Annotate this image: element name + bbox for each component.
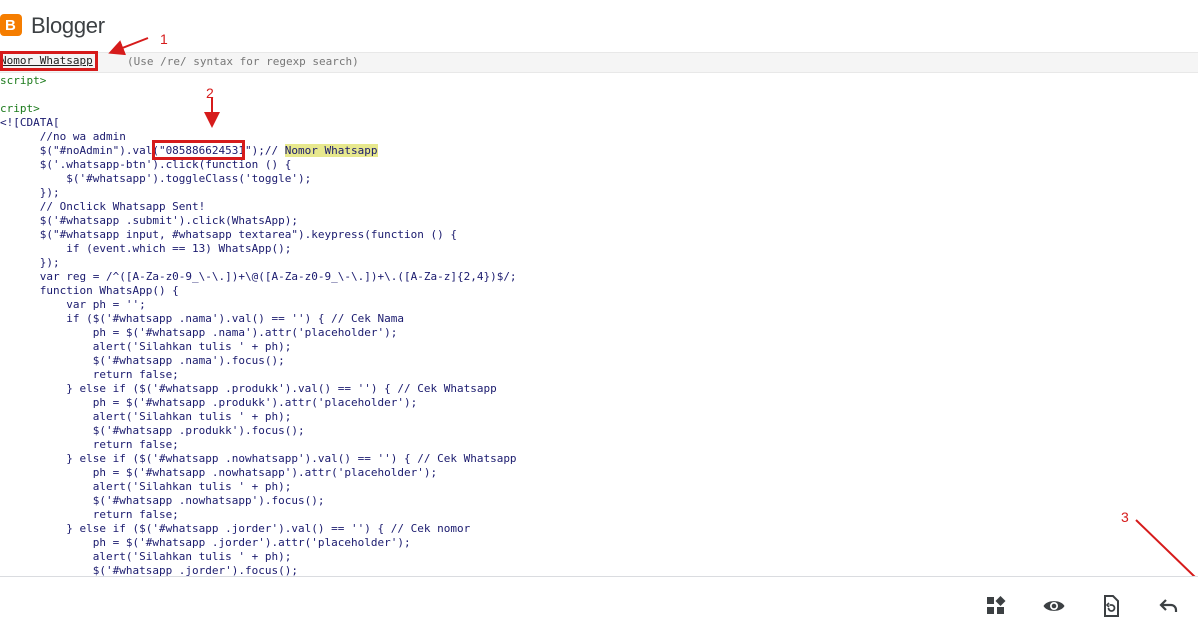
annotation-box-number <box>152 140 245 160</box>
code-line: if ($('#whatsapp .nama').val() == '') { … <box>0 312 404 325</box>
code-line: cript> <box>0 102 40 115</box>
code-line: $('#whatsapp').toggleClass('toggle'); <box>0 172 312 185</box>
code-line: var ph = ''; <box>0 298 146 311</box>
code-line: } else if ($('#whatsapp .nowhatsapp').va… <box>0 452 517 465</box>
code-line: return false; <box>0 508 179 521</box>
revert-icon[interactable] <box>1099 594 1123 618</box>
annotation-label-2: 2 <box>206 85 214 101</box>
code-line: $('#whatsapp .produkk').focus(); <box>0 424 305 437</box>
annotation-label-1: 1 <box>160 31 168 47</box>
search-bar: Nomor Whatsapp (Use /re/ syntax for rege… <box>0 52 1198 73</box>
app-title[interactable]: Blogger <box>31 13 105 39</box>
annotation-box-search <box>0 51 98 71</box>
code-line: if (event.which == 13) WhatsApp(); <box>0 242 292 255</box>
code-line: }); <box>0 186 60 199</box>
code-line: function WhatsApp() { <box>0 284 179 297</box>
search-hint: (Use /re/ syntax for regexp search) <box>127 55 359 68</box>
code-line: $('#whatsapp .submit').click(WhatsApp); <box>0 214 299 227</box>
code-line: ph = $('#whatsapp .jorder').attr('placeh… <box>0 536 411 549</box>
code-line: alert('Silahkan tulis ' + ph); <box>0 550 292 563</box>
logo-letter: B <box>5 17 16 34</box>
app-header: B Blogger <box>0 0 1198 52</box>
code-line: ph = $('#whatsapp .nama').attr('placehol… <box>0 326 398 339</box>
preview-icon[interactable] <box>1042 594 1066 618</box>
code-line: $("#whatsapp input, #whatsapp textarea")… <box>0 228 457 241</box>
layout-icon[interactable] <box>984 594 1008 618</box>
code-line: var reg = /^([A-Za-z0-9_\-\.])+\@([A-Za-… <box>0 270 517 283</box>
code-line: ph = $('#whatsapp .produkk').attr('place… <box>0 396 418 409</box>
code-line: script> <box>0 74 47 87</box>
search-match-highlight: Nomor Whatsapp <box>284 144 378 157</box>
code-line: ph = $('#whatsapp .nowhatsapp').attr('pl… <box>0 466 438 479</box>
annotation-label-3: 3 <box>1121 509 1129 525</box>
code-line: //no wa admin <box>0 130 126 143</box>
editor-toolbar <box>0 576 1198 630</box>
code-line: }); <box>0 256 60 269</box>
code-line: // Onclick Whatsapp Sent! <box>0 200 206 213</box>
blogger-logo-icon[interactable]: B <box>0 14 22 36</box>
code-line: } else if ($('#whatsapp .jorder').val() … <box>0 522 471 535</box>
code-line: $('.whatsapp-btn').click(function () { <box>0 158 292 171</box>
code-line: <![CDATA[ <box>0 116 60 129</box>
code-line: alert('Silahkan tulis ' + ph); <box>0 410 292 423</box>
code-line: $('#whatsapp .jorder').focus(); <box>0 564 299 576</box>
code-line: $('#whatsapp .nama').focus(); <box>0 354 285 367</box>
code-line: return false; <box>0 438 179 451</box>
code-line: return false; <box>0 368 179 381</box>
code-line: } else if ($('#whatsapp .produkk').val()… <box>0 382 497 395</box>
code-line: $('#whatsapp .nowhatsapp').focus(); <box>0 494 325 507</box>
code-line: alert('Silahkan tulis ' + ph); <box>0 480 292 493</box>
undo-icon[interactable] <box>1157 594 1181 618</box>
code-line: alert('Silahkan tulis ' + ph); <box>0 340 292 353</box>
